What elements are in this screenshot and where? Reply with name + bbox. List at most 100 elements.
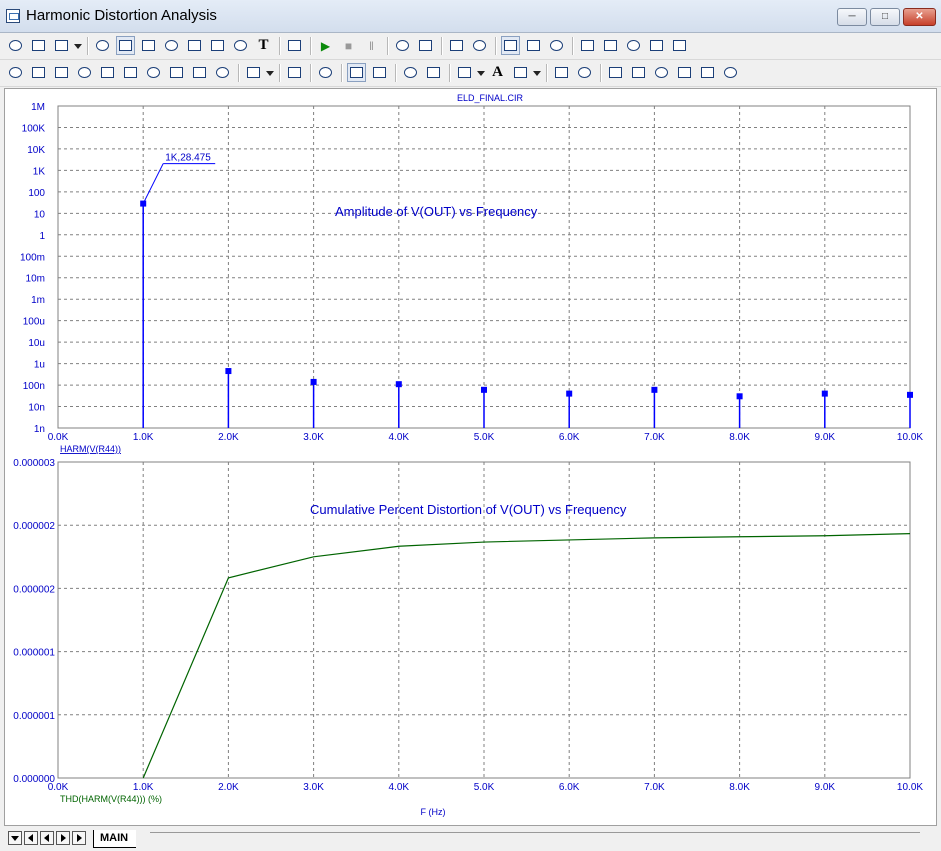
align-right-button[interactable] — [652, 63, 671, 82]
align-top-button[interactable] — [675, 63, 694, 82]
font-icon: A — [492, 64, 503, 80]
spell-button[interactable] — [511, 63, 530, 82]
dropdown-caret-icon[interactable] — [74, 44, 82, 49]
function-button[interactable] — [231, 36, 250, 55]
fit-button[interactable] — [370, 63, 389, 82]
amplitude-data-point[interactable] — [651, 386, 658, 393]
zoom-in-button[interactable] — [401, 63, 420, 82]
data-point-button[interactable] — [167, 63, 186, 82]
fit-button[interactable] — [208, 36, 227, 55]
settings-button[interactable] — [670, 36, 689, 55]
image-button[interactable] — [93, 36, 112, 55]
thd-x-tick-label: 10.0K — [897, 782, 923, 793]
amplitude-data-point[interactable] — [821, 390, 828, 397]
amplitude-y-tick-label: 10K — [27, 145, 45, 156]
graph-button[interactable] — [139, 36, 158, 55]
thd-series-line[interactable] — [142, 533, 911, 779]
list-icon — [288, 67, 301, 78]
zoom-box-button[interactable] — [162, 36, 181, 55]
peak-annotation-label: 1K,28.475 — [165, 153, 211, 164]
zoom-in-button[interactable] — [578, 36, 597, 55]
slope-button[interactable] — [121, 63, 140, 82]
zoom-out-button[interactable] — [424, 63, 443, 82]
run-button[interactable]: ▶ — [316, 36, 335, 55]
valley-button[interactable] — [98, 63, 117, 82]
zoom-fit-button[interactable] — [624, 36, 643, 55]
close-button[interactable]: ✕ — [903, 8, 936, 26]
window-button[interactable] — [547, 36, 566, 55]
pause-button[interactable]: ‖ — [362, 36, 381, 55]
amplitude-data-point[interactable] — [907, 391, 913, 398]
frame-button[interactable] — [447, 36, 466, 55]
toolbar-separator — [279, 64, 281, 82]
align-middle-button[interactable] — [698, 63, 717, 82]
page-menu-button[interactable] — [8, 831, 22, 845]
peak-button[interactable] — [416, 36, 435, 55]
amplitude-x-tick-label: 2.0K — [218, 432, 239, 443]
text-button[interactable]: T — [254, 36, 273, 55]
dots-button[interactable] — [455, 63, 474, 82]
dropdown-caret-icon[interactable] — [266, 71, 274, 76]
marker-button[interactable] — [185, 36, 204, 55]
amplitude-data-point[interactable] — [481, 386, 487, 393]
back-button[interactable] — [575, 63, 594, 82]
plot-canvas[interactable]: 1M 100K 10K 1K 100 10 1 100m 10m 1m 100u 10u 1u 100n 1… — [5, 89, 936, 825]
maximize-button[interactable]: □ — [870, 8, 900, 26]
dropdown-caret-icon[interactable] — [533, 71, 541, 76]
align-left-button[interactable] — [606, 63, 625, 82]
peak-button[interactable] — [75, 63, 94, 82]
amplitude-y-tick-label: 10n — [28, 403, 45, 414]
align-button[interactable] — [6, 63, 25, 82]
align-middle-icon — [701, 67, 714, 78]
amplitude-data-point[interactable] — [225, 368, 232, 375]
cursor-right-button[interactable] — [52, 63, 71, 82]
minimize-button[interactable]: ─ — [837, 8, 867, 26]
stop-button[interactable]: ■ — [339, 36, 358, 55]
crossing-button[interactable] — [144, 63, 163, 82]
fall-button[interactable] — [213, 63, 232, 82]
plot-layout-button[interactable] — [501, 36, 520, 55]
next-page-button[interactable] — [56, 831, 70, 845]
clipboard-button[interactable] — [316, 63, 335, 82]
dropdown-caret-icon[interactable] — [477, 71, 485, 76]
amplitude-x-tick-label: 8.0K — [729, 432, 750, 443]
tile-button[interactable] — [347, 63, 366, 82]
align-bottom-button[interactable] — [721, 63, 740, 82]
amplitude-data-point[interactable] — [566, 390, 573, 397]
grid-button[interactable] — [470, 36, 489, 55]
amplitude-data-point[interactable] — [736, 393, 743, 400]
front-button[interactable] — [552, 63, 571, 82]
horizontal-scrollbar[interactable] — [150, 832, 920, 833]
pan-hand-button[interactable] — [29, 36, 48, 55]
amplitude-data-point[interactable] — [395, 381, 402, 388]
thd-x-tick-label: 6.0K — [559, 782, 580, 793]
split-button[interactable] — [524, 36, 543, 55]
rise-button[interactable] — [190, 63, 209, 82]
amplitude-x-tick-label: 1.0K — [133, 432, 154, 443]
select-arrow-button[interactable] — [6, 36, 25, 55]
amplitude-y-tick-label: 100u — [23, 317, 45, 328]
fit-icon — [373, 67, 386, 78]
tab-main[interactable]: MAIN — [93, 830, 137, 848]
last-page-button[interactable] — [72, 831, 86, 845]
copy-button[interactable] — [52, 36, 71, 55]
scope-button[interactable] — [116, 36, 135, 55]
cursor-left-button[interactable] — [29, 63, 48, 82]
amplitude-y-tick-label: 1 — [39, 231, 45, 242]
status-bar: MAIN — [0, 826, 941, 851]
properties-button[interactable] — [285, 36, 304, 55]
cursor-button[interactable] — [393, 36, 412, 55]
font-button[interactable]: A — [488, 63, 507, 82]
amplitude-y-tick-label: 10m — [26, 274, 45, 285]
window-title: Harmonic Distortion Analysis — [26, 7, 217, 24]
amplitude-data-point[interactable] — [310, 378, 317, 385]
zoom-out-button[interactable] — [601, 36, 620, 55]
paste-button[interactable] — [244, 63, 263, 82]
list-button[interactable] — [285, 63, 304, 82]
minimize-icon: ─ — [848, 11, 856, 22]
first-page-button[interactable] — [24, 831, 38, 845]
zoom-all-button[interactable] — [647, 36, 666, 55]
plot-area[interactable]: 1M 100K 10K 1K 100 10 1 100m 10m 1m 100u 10u 1u 100n 1… — [4, 88, 937, 826]
align-center-button[interactable] — [629, 63, 648, 82]
prev-page-button[interactable] — [40, 831, 54, 845]
